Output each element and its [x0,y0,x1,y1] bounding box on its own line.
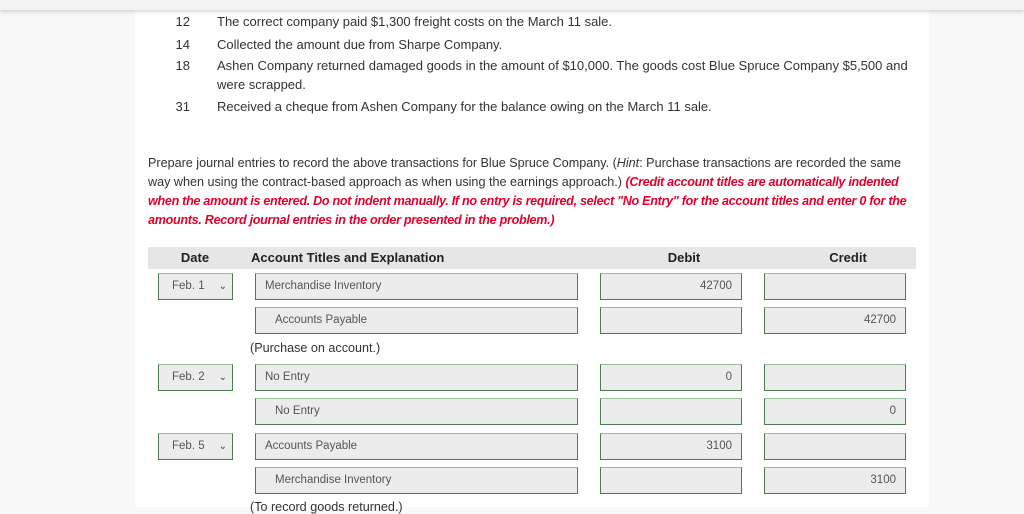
journal-table-header: Date Account Titles and Explanation Debi… [148,247,916,269]
header-debit: Debit [667,250,701,265]
date-select-value: Feb. 1 [172,280,205,292]
credit-input[interactable] [764,364,906,391]
account-title-input[interactable]: No Entry [255,364,578,391]
question-content: 12 The correct company paid $1,300 freig… [135,0,929,514]
chevron-down-icon: ⌄ [218,372,227,383]
account-title-input[interactable]: Accounts Payable [255,307,578,334]
debit-input[interactable] [600,467,742,494]
credit-input[interactable]: 3100 [764,467,906,494]
credit-input[interactable]: 0 [764,398,906,425]
date-select[interactable]: Feb. 5 ⌄ [158,433,233,460]
top-bar [0,0,1024,10]
transaction-description: Received a cheque from Ashen Company for… [217,99,712,114]
account-title-input[interactable]: Merchandise Inventory [255,467,578,494]
credit-input[interactable] [764,433,906,460]
account-title-input[interactable]: Merchandise Inventory [255,273,578,300]
credit-input[interactable]: 42700 [764,307,906,334]
transaction-description: Ashen Company returned damaged goods in … [217,58,908,92]
header-account: Account Titles and Explanation [251,250,445,265]
chevron-down-icon: ⌄ [218,281,227,292]
transaction-day: 12 [175,14,190,29]
debit-input[interactable]: 3100 [600,433,742,460]
date-select[interactable]: Feb. 2 ⌄ [158,364,233,391]
hint-label: Hint [616,156,640,170]
transaction-description: The correct company paid $1,300 freight … [217,14,613,29]
transaction-day: 31 [175,99,190,114]
date-select[interactable]: Feb. 1 ⌄ [158,273,233,300]
date-select-value: Feb. 2 [172,371,205,383]
transaction-description: Collected the amount due from Sharpe Com… [217,37,503,52]
header-date: Date [180,250,210,265]
debit-input[interactable] [600,307,742,334]
credit-input[interactable] [764,273,906,300]
instructions-text: Prepare journal entries to record the ab… [148,156,617,170]
transaction-day: 14 [175,37,190,52]
debit-input[interactable]: 0 [600,364,742,391]
chevron-down-icon: ⌄ [218,441,227,452]
account-title-input[interactable]: No Entry [255,398,578,425]
instructions: Prepare journal entries to record the ab… [148,154,908,230]
date-select-value: Feb. 5 [172,440,205,452]
account-title-input[interactable]: Accounts Payable [255,433,578,460]
transaction-day: 18 [175,58,190,73]
header-credit: Credit [829,250,867,265]
entry-explanation: (Purchase on account.) [250,341,381,355]
debit-input[interactable]: 42700 [600,273,742,300]
entry-explanation: (To record goods returned.) [250,500,403,514]
debit-input[interactable] [600,398,742,425]
